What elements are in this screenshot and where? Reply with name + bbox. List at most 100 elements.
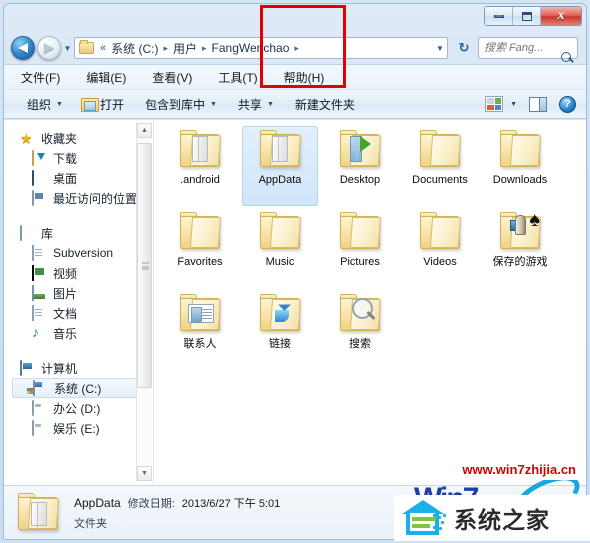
navigation-scrollbar[interactable]: ▲ ▼ xyxy=(136,123,152,481)
breadcrumb-overflow-icon[interactable]: « xyxy=(97,42,108,54)
file-item-label: Downloads xyxy=(492,174,548,186)
menu-item-edit[interactable]: 编辑(E) xyxy=(83,67,129,88)
chevron-up-icon: ▲ xyxy=(141,127,148,134)
system-drive-icon xyxy=(33,379,49,396)
nav-item-entertainment-e[interactable]: 娱乐 (E:) xyxy=(4,418,153,438)
details-modified-value: 2013/6/27 下午 5:01 xyxy=(181,498,281,510)
breadcrumb: « 系统 (C:) ▸ 用户 ▸ FangWenchao ▸ xyxy=(97,39,433,58)
details-folder-icon xyxy=(16,493,60,533)
file-list-view[interactable]: .android AppData Desktop Documents Downl… xyxy=(154,120,586,485)
file-item-documents[interactable]: Documents xyxy=(400,126,480,208)
history-dropdown-button[interactable]: ▼ xyxy=(61,36,74,60)
nav-header-favorites[interactable]: ★ 收藏夹 xyxy=(4,128,153,148)
nav-item-pictures-label: 图片 xyxy=(53,286,78,301)
file-item-label: Music xyxy=(265,256,295,268)
file-item-links[interactable]: 链接 xyxy=(240,290,320,372)
file-item-searches[interactable]: 搜索 xyxy=(320,290,400,372)
details-modified-label: 修改日期: xyxy=(127,498,175,510)
scroll-up-button[interactable]: ▲ xyxy=(137,123,152,138)
search-input[interactable] xyxy=(479,42,559,54)
nav-group-libraries: 库 Subversion 视频 图片 文档 ♪ 音乐 xyxy=(4,223,153,343)
help-icon[interactable]: ? xyxy=(559,95,576,113)
menu-item-view[interactable]: 查看(V) xyxy=(149,67,195,88)
nav-item-documents-label: 文档 xyxy=(53,306,78,321)
details-line-1: AppData 修改日期: 2013/6/27 下午 5:01 xyxy=(74,495,280,511)
scrollbar-thumb[interactable] xyxy=(137,143,152,388)
include-in-library-button[interactable]: 包含到库中 ▼ xyxy=(142,96,217,113)
maximize-icon xyxy=(521,11,532,21)
nav-item-documents[interactable]: 文档 xyxy=(4,303,153,323)
address-bar[interactable]: « 系统 (C:) ▸ 用户 ▸ FangWenchao ▸ ▼ xyxy=(74,37,448,59)
nav-item-desktop-label: 桌面 xyxy=(53,171,78,186)
search-box[interactable] xyxy=(478,37,578,62)
back-button[interactable]: ◀ xyxy=(11,36,35,60)
breadcrumb-sep-0[interactable]: ▸ xyxy=(161,43,170,54)
menu-item-help[interactable]: 帮助(H) xyxy=(281,67,328,88)
preview-pane-icon[interactable] xyxy=(529,96,547,112)
file-item-music[interactable]: Music xyxy=(240,208,320,290)
details-type: 文件夹 xyxy=(74,518,107,530)
include-in-library-label: 包含到库中 xyxy=(144,97,205,112)
menu-item-tools[interactable]: 工具(T) xyxy=(215,67,260,88)
nav-item-subversion[interactable]: Subversion xyxy=(4,243,153,263)
maximize-button[interactable] xyxy=(513,7,541,25)
forward-button[interactable]: ▶ xyxy=(37,36,61,60)
screenshot-root: x ◀ ▶ ▼ « 系统 (C:) ▸ 用户 ▸ FangWenchao ▸ ▼… xyxy=(0,0,590,543)
folder-plain-icon xyxy=(416,212,464,254)
file-item-videos[interactable]: Videos xyxy=(400,208,480,290)
nav-item-videos[interactable]: 视频 xyxy=(4,263,153,283)
organize-button[interactable]: 组织 ▼ xyxy=(24,96,63,113)
file-item-contacts[interactable]: 联系人 xyxy=(160,290,240,372)
view-chevron-down-icon[interactable]: ▼ xyxy=(510,101,517,108)
file-item-favorites[interactable]: Favorites xyxy=(160,208,240,290)
file-item-label: 搜索 xyxy=(349,338,371,350)
file-item-android[interactable]: .android xyxy=(160,126,240,208)
nav-item-subversion-label: Subversion xyxy=(53,246,114,260)
new-folder-label: 新建文件夹 xyxy=(294,97,355,112)
nav-header-libraries[interactable]: 库 xyxy=(4,223,153,243)
file-item-desktop[interactable]: Desktop xyxy=(320,126,400,208)
file-item-appdata[interactable]: AppData xyxy=(240,126,320,208)
nav-item-desktop[interactable]: 桌面 xyxy=(4,168,153,188)
folder-plain-icon xyxy=(496,130,544,172)
papers-overlay-icon xyxy=(31,502,47,529)
nav-item-pictures[interactable]: 图片 xyxy=(4,283,153,303)
nav-item-recent-places[interactable]: 最近访问的位置 xyxy=(4,188,153,208)
drive-icon xyxy=(32,419,48,436)
refresh-button[interactable]: ↻ xyxy=(453,37,475,59)
breadcrumb-sep-2[interactable]: ▸ xyxy=(292,43,301,54)
file-item-label: Videos xyxy=(423,256,457,268)
breadcrumb-item-1[interactable]: 用户 xyxy=(170,39,200,58)
nav-header-computer[interactable]: 计算机 xyxy=(4,358,153,378)
change-view-icon[interactable] xyxy=(485,96,504,112)
scroll-down-button[interactable]: ▼ xyxy=(137,466,152,481)
menu-item-file[interactable]: 文件(F) xyxy=(18,67,63,88)
refresh-icon: ↻ xyxy=(458,40,470,55)
share-button[interactable]: 共享 ▼ xyxy=(235,96,274,113)
breadcrumb-item-2[interactable]: FangWenchao xyxy=(209,40,293,56)
close-button[interactable]: x xyxy=(541,7,581,25)
file-item-pictures[interactable]: Pictures xyxy=(320,208,400,290)
file-item-label: Pictures xyxy=(340,256,380,268)
nav-item-downloads[interactable]: 下载 xyxy=(4,148,153,168)
file-item-label: Desktop xyxy=(339,174,381,186)
file-item-label: AppData xyxy=(258,174,302,186)
file-item-label: 链接 xyxy=(269,338,291,350)
nav-group-favorites: ★ 收藏夹 下载 桌面 最近访问的位置 xyxy=(4,128,153,208)
minimize-button[interactable] xyxy=(485,7,513,25)
nav-item-music[interactable]: ♪ 音乐 xyxy=(4,323,153,343)
nav-item-system-c[interactable]: 系统 (C:) xyxy=(12,378,149,398)
file-item-downloads[interactable]: Downloads xyxy=(480,126,560,208)
address-dropdown-icon[interactable]: ▼ xyxy=(433,44,447,53)
menu-bar: 文件(F) 编辑(E) 查看(V) 工具(T) 帮助(H) xyxy=(4,64,586,89)
breadcrumb-sep-1[interactable]: ▸ xyxy=(200,43,209,54)
file-grid: .android AppData Desktop Documents Downl… xyxy=(160,126,586,372)
breadcrumb-item-0[interactable]: 系统 (C:) xyxy=(108,39,161,58)
file-item-label: Documents xyxy=(412,174,468,186)
toolbar-right-group: ▼ ? xyxy=(485,95,586,113)
open-button[interactable]: 打开 xyxy=(80,96,124,113)
nav-item-office-d[interactable]: 办公 (D:) xyxy=(4,398,153,418)
file-item-saved-games[interactable]: ♠ 保存的游戏 xyxy=(480,208,560,290)
details-text: AppData 修改日期: 2013/6/27 下午 5:01 文件夹 xyxy=(74,495,280,531)
new-folder-button[interactable]: 新建文件夹 xyxy=(292,96,355,113)
